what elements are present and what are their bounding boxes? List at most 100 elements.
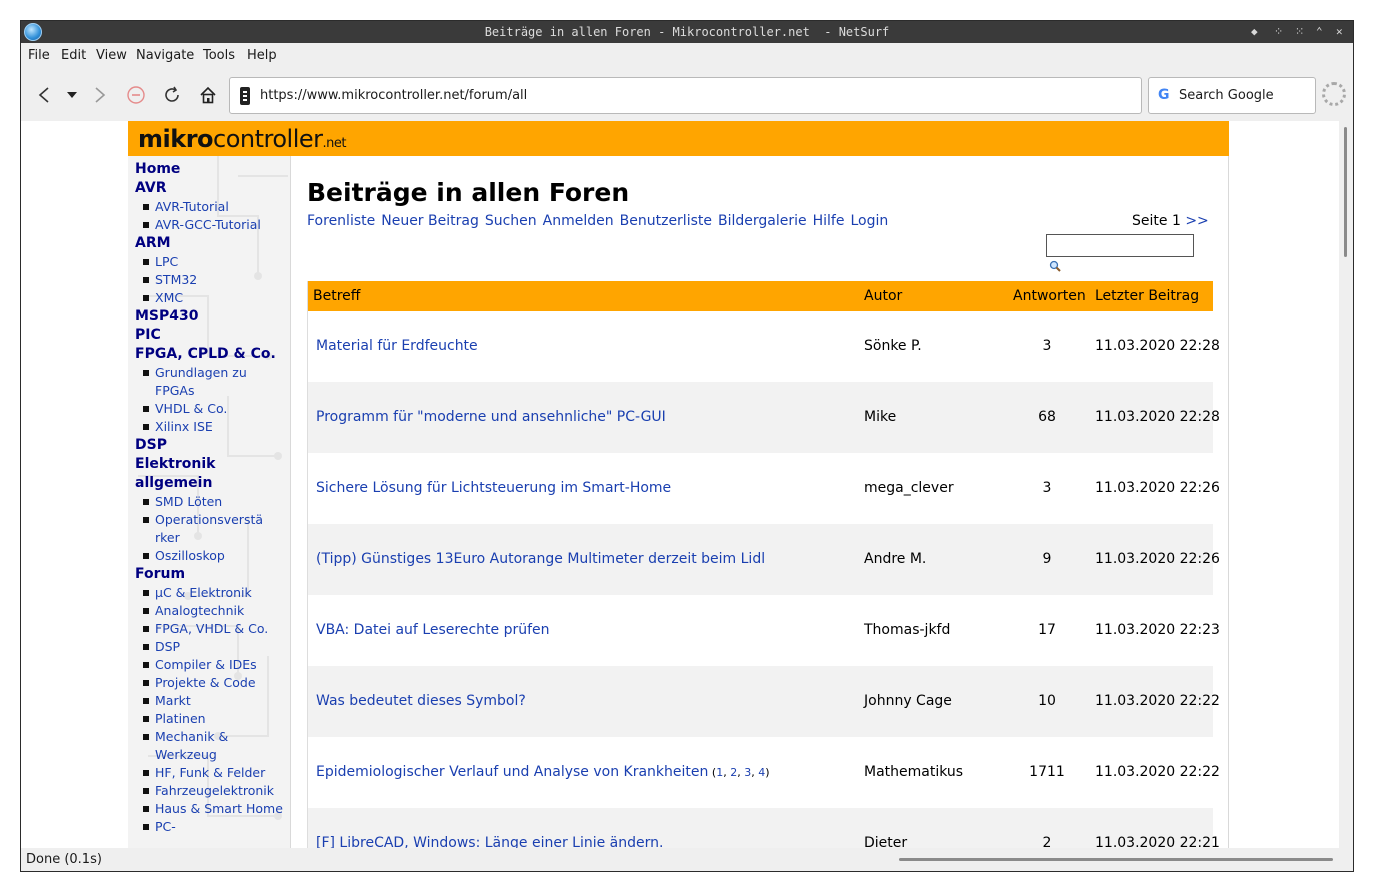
- keep-above-icon[interactable]: ◆: [1251, 25, 1258, 38]
- sidebar-heading[interactable]: PIC: [135, 326, 285, 345]
- sidebar-heading[interactable]: MSP430: [135, 307, 285, 326]
- menu-help[interactable]: Help: [247, 48, 277, 63]
- thread-page-link[interactable]: 2: [730, 766, 737, 779]
- close-icon[interactable]: ✕: [1336, 25, 1343, 38]
- column-betreff[interactable]: Betreff: [313, 288, 360, 304]
- next-page-link[interactable]: >>: [1185, 213, 1208, 229]
- shade-icon[interactable]: ⁘: [1274, 25, 1283, 38]
- sidebar-item[interactable]: AVR-Tutorial: [135, 198, 285, 216]
- thread-author[interactable]: Mathematikus: [864, 764, 963, 780]
- link-bildergalerie[interactable]: Bildergalerie: [718, 213, 807, 229]
- history-dropdown-button[interactable]: [60, 83, 84, 107]
- sidebar-item[interactable]: AVR-GCC-Tutorial: [135, 216, 285, 234]
- link-hilfe[interactable]: Hilfe: [813, 213, 845, 229]
- forum-search-input[interactable]: [1046, 234, 1194, 257]
- web-search-placeholder[interactable]: Search Google: [1179, 88, 1274, 103]
- menu-edit[interactable]: Edit: [61, 48, 86, 63]
- maximize-icon[interactable]: ⌃: [1316, 25, 1323, 38]
- sidebar-item[interactable]: µC & Elektronik: [135, 584, 285, 602]
- link-suchen[interactable]: Suchen: [485, 213, 537, 229]
- thread-link[interactable]: Was bedeutet dieses Symbol?: [316, 693, 526, 709]
- reload-button[interactable]: [160, 83, 184, 107]
- sidebar-heading[interactable]: Home: [135, 160, 285, 179]
- sidebar-heading[interactable]: ARM: [135, 234, 285, 253]
- thread-author[interactable]: Thomas-jkfd: [864, 622, 950, 638]
- sidebar-item[interactable]: Mechanik & Werkzeug: [135, 728, 285, 764]
- minimize-icon[interactable]: ⁙: [1295, 25, 1304, 38]
- sidebar-item[interactable]: Compiler & IDEs: [135, 656, 285, 674]
- menu-view[interactable]: View: [96, 48, 127, 63]
- column-letzter-beitrag[interactable]: Letzter Beitrag: [1095, 288, 1199, 304]
- sidebar-item[interactable]: Markt: [135, 692, 285, 710]
- sidebar-item[interactable]: Grundlagen zu FPGAs: [135, 364, 285, 400]
- thread-author[interactable]: Sönke P.: [864, 338, 922, 354]
- web-search-box[interactable]: G Search Google: [1148, 77, 1316, 114]
- thread-link[interactable]: VBA: Datei auf Leserechte prüfen: [316, 622, 550, 638]
- thread-author[interactable]: Johnny Cage: [864, 693, 952, 709]
- thread-author[interactable]: Dieter: [864, 835, 907, 848]
- sidebar-heading[interactable]: FPGA, CPLD & Co.: [135, 345, 285, 364]
- sidebar-item[interactable]: VHDL & Co.: [135, 400, 285, 418]
- window-title: Beiträge in allen Foren - Mikrocontrolle…: [484, 25, 890, 39]
- thread-author[interactable]: mega_clever: [864, 480, 954, 496]
- sidebar-item[interactable]: PC-: [135, 818, 285, 836]
- sidebar-heading[interactable]: DSP: [135, 436, 285, 455]
- menu-file[interactable]: File: [28, 48, 50, 63]
- sidebar: Home AVR AVR-Tutorial AVR-GCC-Tutorial ARM LP…: [128, 156, 291, 848]
- site-logo[interactable]: mikrocontroller.net: [138, 125, 347, 153]
- sidebar-item[interactable]: LPC: [135, 253, 285, 271]
- thread-link[interactable]: (Tipp) Günstiges 13Euro Autorange Multim…: [316, 551, 765, 567]
- sidebar-heading[interactable]: Forum: [135, 565, 285, 584]
- link-anmelden[interactable]: Anmelden: [543, 213, 614, 229]
- thread-link[interactable]: Programm für "moderne und ansehnliche" P…: [316, 409, 666, 425]
- thread-link[interactable]: Sichere Lösung für Lichtsteuerung im Sma…: [316, 480, 671, 496]
- thread-page-link[interactable]: 1: [716, 766, 723, 779]
- thread-last-post: 11.03.2020 22:26: [1095, 480, 1220, 496]
- home-button[interactable]: [196, 83, 220, 107]
- sidebar-item[interactable]: SMD Löten: [135, 493, 285, 511]
- thread-author[interactable]: Mike: [864, 409, 896, 425]
- url-text[interactable]: https://www.mikrocontroller.net/forum/al…: [260, 88, 527, 103]
- sidebar-item[interactable]: Operationsverstä rker: [135, 511, 285, 547]
- sidebar-item[interactable]: XMC: [135, 289, 285, 307]
- menu-tools[interactable]: Tools: [203, 48, 235, 63]
- thread-link[interactable]: Epidemiologischer Verlauf und Analyse vo…: [316, 764, 708, 780]
- back-button[interactable]: [32, 83, 56, 107]
- sidebar-heading[interactable]: Elektronik allgemein: [135, 455, 285, 493]
- sidebar-item[interactable]: Xilinx ISE: [135, 418, 285, 436]
- sidebar-item[interactable]: FPGA, VHDL & Co.: [135, 620, 285, 638]
- link-neuer-beitrag[interactable]: Neuer Beitrag: [381, 213, 479, 229]
- thread-author[interactable]: Andre M.: [864, 551, 926, 567]
- thread-last-post: 11.03.2020 22:22: [1095, 693, 1220, 709]
- thread-last-post: 11.03.2020 22:26: [1095, 551, 1220, 567]
- stop-button[interactable]: [124, 83, 148, 107]
- sidebar-item[interactable]: STM32: [135, 271, 285, 289]
- link-benutzerliste[interactable]: Benutzerliste: [620, 213, 712, 229]
- url-bar[interactable]: https://www.mikrocontroller.net/forum/al…: [229, 77, 1142, 114]
- sidebar-item[interactable]: Oszilloskop: [135, 547, 285, 565]
- column-autor[interactable]: Autor: [864, 288, 902, 304]
- menu-navigate[interactable]: Navigate: [136, 48, 194, 63]
- thread-link[interactable]: [F] LibreCAD, Windows: Länge einer Linie…: [316, 835, 663, 848]
- thread-link[interactable]: Material für Erdfeuchte: [316, 338, 478, 354]
- sidebar-item[interactable]: Analogtechnik: [135, 602, 285, 620]
- horizontal-scrollbar[interactable]: [899, 858, 1333, 861]
- sidebar-item[interactable]: Fahrzeugelektronik: [135, 782, 285, 800]
- link-forenliste[interactable]: Forenliste: [307, 213, 375, 229]
- link-login[interactable]: Login: [850, 213, 888, 229]
- magnifier-icon[interactable]: [1049, 260, 1061, 272]
- sidebar-item[interactable]: HF, Funk & Felder: [135, 764, 285, 782]
- forward-button[interactable]: [88, 83, 112, 107]
- thread-page-link[interactable]: 4: [758, 766, 765, 779]
- sidebar-item[interactable]: Haus & Smart Home: [135, 800, 285, 818]
- vertical-scrollbar[interactable]: [1339, 121, 1353, 848]
- sidebar-item[interactable]: DSP: [135, 638, 285, 656]
- thread-replies: 9: [1042, 551, 1052, 567]
- vertical-scroll-thumb[interactable]: [1344, 127, 1347, 257]
- sidebar-item[interactable]: Projekte & Code: [135, 674, 285, 692]
- sidebar-item[interactable]: Platinen: [135, 710, 285, 728]
- column-antworten[interactable]: Antworten: [1013, 288, 1086, 304]
- sidebar-heading[interactable]: AVR: [135, 179, 285, 198]
- security-lock-icon[interactable]: [240, 87, 250, 105]
- thread-page-link[interactable]: 3: [744, 766, 751, 779]
